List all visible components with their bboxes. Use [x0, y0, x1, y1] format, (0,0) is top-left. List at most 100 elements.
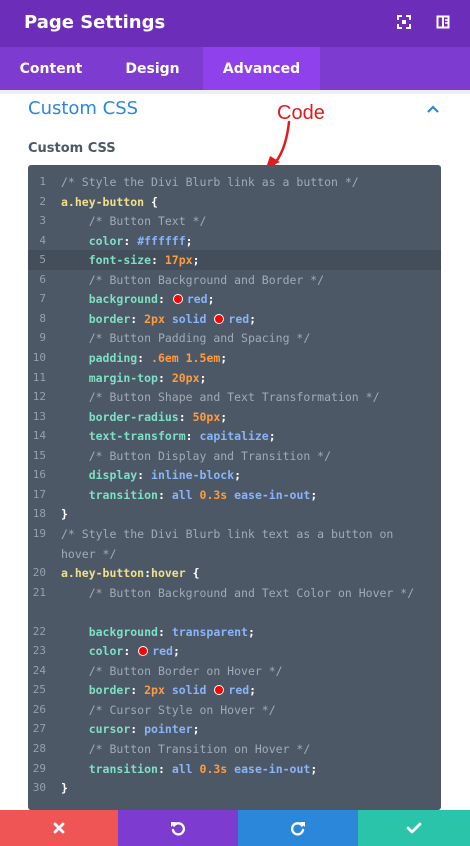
css-code-editor[interactable]: 1 /* Style the Divi Blurb link as a butto… [28, 165, 441, 810]
sidebar-toggle-icon[interactable] [436, 15, 452, 31]
undo-icon [171, 822, 186, 836]
code-line: 16 display: inline-block; [28, 465, 441, 485]
undo-button[interactable] [118, 810, 238, 846]
section-title[interactable]: Custom CSS [28, 98, 138, 119]
line-number: 3 [39, 214, 46, 228]
line-number: 21 [32, 585, 46, 599]
line-number: 29 [32, 761, 46, 775]
code-line: 12 /* Button Shape and Text Transformati… [28, 387, 441, 407]
code-line: 24 /* Button Border on Hover */ [28, 661, 441, 681]
code-line: 17 transition: all 0.3s ease-in-out; [28, 485, 441, 505]
color-swatch [214, 313, 225, 324]
code-line: 5 font-size: 17px; [28, 250, 441, 270]
color-swatch [172, 294, 183, 305]
code-text: /* Button Padding and Spacing */ [61, 331, 311, 346]
code-text: /* Cursor Style on Hover */ [61, 702, 276, 717]
code-text: a.hey-button:hover { [61, 566, 200, 580]
line-number: 9 [39, 331, 46, 345]
code-text: /* Style the Divi Blurb link text as a b… [61, 526, 401, 561]
line-number: 5 [39, 253, 46, 267]
code-text: /* Button Display and Transition */ [61, 448, 332, 463]
code-text: } [61, 507, 68, 522]
modal-title: Page Settings [24, 12, 166, 33]
code-text: text-transform: capitalize; [88, 429, 276, 444]
line-number: 12 [32, 390, 46, 404]
tab-content[interactable]: Content [0, 47, 102, 90]
line-number: 18 [32, 507, 46, 521]
line-number: 23 [32, 644, 46, 658]
redo-icon [290, 822, 305, 836]
line-number: 13 [32, 409, 46, 423]
code-line: 25 border: 2px solid red; [28, 680, 441, 700]
line-number: 1 [39, 175, 46, 188]
code-text: /* Style the Divi Blurb link as a button… [61, 175, 359, 189]
code-line: 22 background: transparent; [28, 622, 441, 642]
color-swatch [138, 646, 149, 657]
check-icon [406, 822, 422, 834]
line-number: 26 [32, 702, 46, 716]
color-swatch [214, 685, 225, 696]
line-number: 7 [39, 292, 46, 306]
code-text: background: red; [88, 292, 215, 307]
line-number: 27 [32, 722, 46, 736]
modal-header: Page Settings [0, 0, 470, 47]
line-number: 2 [39, 194, 46, 208]
line-number: 24 [32, 663, 46, 677]
code-line: 13 border-radius: 50px; [28, 407, 441, 427]
line-number: 20 [32, 566, 46, 579]
code-line: 29 transition: all 0.3s ease-in-out; [28, 759, 441, 779]
line-number: 14 [32, 429, 46, 443]
code-line: 23 color: red; [28, 641, 441, 661]
code-text: border: 2px solid red; [88, 683, 257, 698]
line-number: 30 [32, 781, 46, 795]
code-text: color: red; [88, 644, 180, 659]
save-button[interactable] [358, 810, 470, 846]
line-number: 8 [39, 311, 46, 325]
code-text: background: transparent; [88, 624, 255, 639]
code-text: display: inline-block; [88, 468, 242, 483]
code-text: /* Button Background and Text Color on H… [61, 585, 415, 600]
code-text: color: #ffffff; [88, 233, 193, 248]
code-text: /* Button Shape and Text Transformation … [61, 390, 380, 405]
discard-button[interactable] [0, 810, 118, 846]
code-line: 3 /* Button Text */ [28, 211, 441, 231]
code-line: 6 /* Button Background and Border */ [28, 270, 441, 290]
line-number: 15 [32, 448, 46, 462]
fullscreen-icon[interactable] [397, 15, 413, 31]
code-text: transition: all 0.3s ease-in-out; [88, 487, 318, 502]
code-line: 9 /* Button Padding and Spacing */ [28, 328, 441, 348]
close-icon [53, 822, 65, 834]
code-line: 1 /* Style the Divi Blurb link as a butto… [28, 172, 441, 192]
code-line: 8 border: 2px solid red; [28, 309, 441, 329]
code-text: transition: all 0.3s ease-in-out; [88, 761, 318, 776]
code-line: 14 text-transform: capitalize; [28, 426, 441, 446]
tab-advanced[interactable]: Advanced [203, 47, 320, 90]
redo-button[interactable] [238, 810, 358, 846]
code-line: 2 a.hey-button { [28, 192, 441, 212]
line-number: 16 [32, 468, 46, 482]
custom-css-label: Custom CSS [28, 141, 116, 156]
code-text: border-radius: 50px; [88, 409, 228, 424]
code-line: 7 background: red; [28, 289, 441, 309]
line-number: 10 [32, 350, 46, 364]
code-text: margin-top: 20px; [88, 370, 207, 385]
code-line: 19 /* Style the Divi Blurb link text as a… [28, 524, 441, 564]
code-line: 15 /* Button Display and Transition */ [28, 446, 441, 466]
footer-bar [0, 810, 470, 846]
code-line: 27 cursor: pointer; [28, 719, 441, 739]
chevron-up-icon[interactable] [424, 102, 442, 116]
line-number: 25 [32, 683, 46, 697]
divider [0, 90, 470, 94]
code-line: 4 color: #ffffff; [28, 231, 441, 251]
code-line: 18} [28, 504, 441, 524]
code-text: /* Button Text */ [61, 214, 207, 229]
code-line: 20 a.hey-button:hover { [28, 563, 441, 583]
code-text: /* Button Transition on Hover */ [61, 741, 311, 756]
tab-design[interactable]: Design [102, 47, 203, 90]
code-text: /* Button Border on Hover */ [61, 663, 283, 678]
code-line: 30} [28, 778, 441, 798]
code-line: 26 /* Cursor Style on Hover */ [28, 700, 441, 720]
code-line: 28 /* Button Transition on Hover */ [28, 739, 441, 759]
line-number: 6 [39, 272, 46, 286]
line-number: 28 [32, 741, 46, 755]
